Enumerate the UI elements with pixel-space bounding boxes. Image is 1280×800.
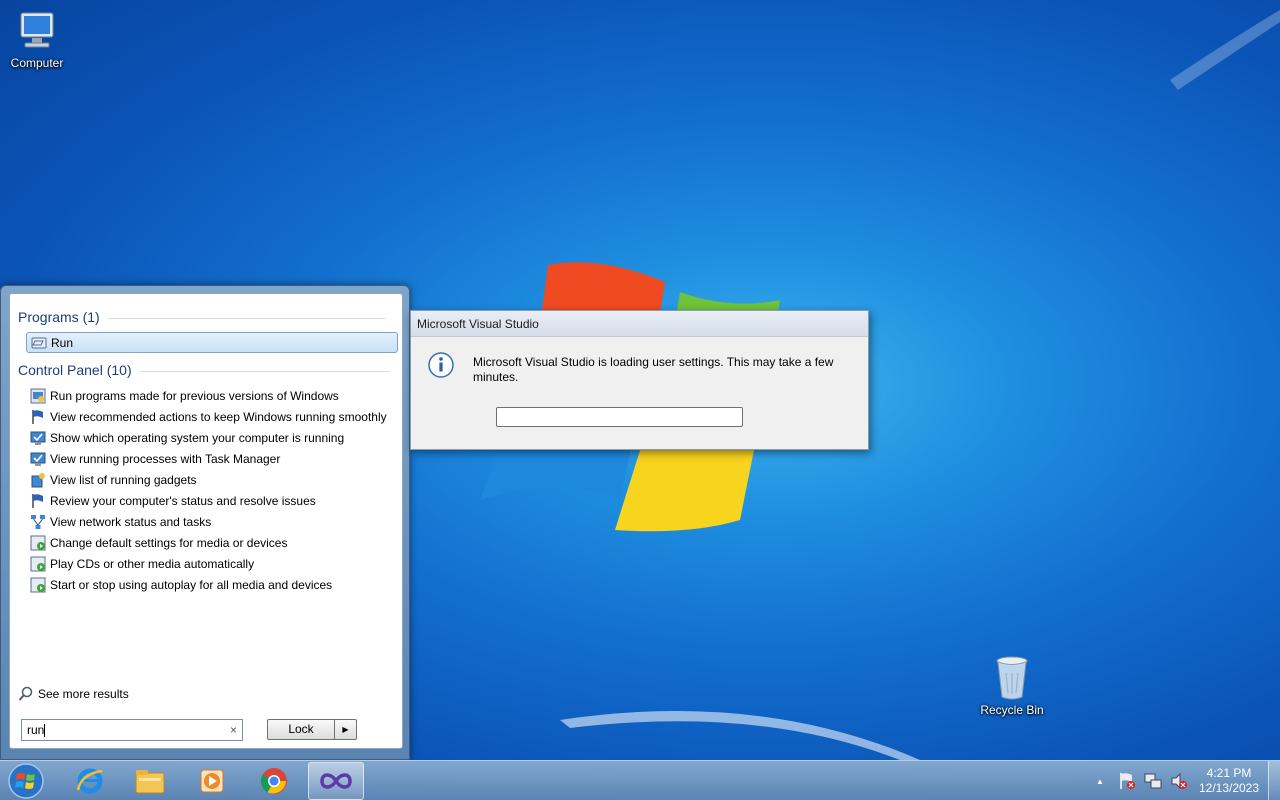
result-item-label: Play CDs or other media automatically: [50, 556, 255, 571]
internet-explorer-icon: [76, 768, 103, 794]
network-icon: [31, 514, 45, 529]
result-item-network-status[interactable]: View network status and tasks: [26, 511, 398, 532]
run-icon: [31, 337, 47, 348]
loading-progress-bar: [496, 407, 743, 427]
volume-muted-icon[interactable]: [1170, 772, 1188, 790]
gadget-icon: [31, 472, 45, 487]
result-item-run[interactable]: Run: [26, 332, 398, 353]
desktop-icon-label: Computer: [10, 56, 64, 70]
result-item-autoplay[interactable]: Start or stop using autoplay for all med…: [26, 574, 398, 595]
taskbar-internet-explorer[interactable]: [62, 762, 118, 800]
result-item-label: Change default settings for media or dev…: [50, 535, 288, 550]
flag-icon: [32, 493, 43, 508]
lock-button[interactable]: Lock: [267, 719, 335, 740]
system-icon: [30, 452, 46, 466]
taskbar-visual-studio[interactable]: [308, 762, 364, 800]
start-menu: Programs (1) Run Control Panel (10) Run …: [0, 285, 410, 760]
computer-icon: [20, 12, 54, 48]
start-button[interactable]: [4, 762, 48, 800]
shutdown-options-arrow-icon[interactable]: ▶: [335, 719, 357, 740]
search-results-pane: Programs (1) Run Control Panel (10) Run …: [9, 293, 403, 749]
result-item-label: Run programs made for previous versions …: [50, 388, 339, 403]
recycle-bin-icon: [996, 656, 1028, 700]
result-item-media-defaults[interactable]: Change default settings for media or dev…: [26, 532, 398, 553]
taskbar-clock[interactable]: 4:21 PM 12/13/2023: [1194, 766, 1264, 796]
visual-studio-icon: [320, 773, 352, 789]
see-more-results-link[interactable]: See more results: [18, 686, 129, 702]
compat-icon: [30, 388, 46, 403]
search-icon: [18, 686, 33, 701]
result-item-label: View recommended actions to keep Windows…: [50, 409, 387, 424]
desktop-icon-recycle-bin[interactable]: Recycle Bin: [972, 655, 1052, 717]
clear-search-icon[interactable]: ×: [230, 723, 237, 737]
folder-icon: [135, 770, 165, 794]
network-tray-icon[interactable]: [1144, 772, 1162, 790]
result-item-label: Run: [51, 335, 74, 350]
result-item-review-status[interactable]: Review your computer's status and resolv…: [26, 490, 398, 511]
flag-icon: [32, 409, 43, 424]
result-item-compatibility[interactable]: Run programs made for previous versions …: [26, 385, 398, 406]
desktop-icon-computer[interactable]: Computer: [0, 10, 77, 70]
clock-time: 4:21 PM: [1206, 766, 1252, 780]
media-player-icon: [200, 769, 224, 793]
start-search-input[interactable]: run ×: [21, 719, 243, 741]
system-tray: ▲: [1096, 761, 1196, 800]
clock-date: 12/13/2023: [1198, 781, 1260, 795]
result-item-label: Start or stop using autoplay for all med…: [50, 577, 333, 592]
autoplay-icon: [30, 577, 46, 592]
result-item-os-info[interactable]: Show which operating system your compute…: [26, 427, 398, 448]
windows-start-orb-icon: [8, 763, 44, 799]
text-caret: [44, 724, 46, 738]
result-item-label: View running processes with Task Manager: [50, 451, 281, 466]
taskbar-chrome[interactable]: [246, 762, 302, 800]
dialog-message: Microsoft Visual Studio is loading user …: [473, 355, 834, 384]
result-item-task-manager[interactable]: View running processes with Task Manager: [26, 448, 398, 469]
chrome-icon: [260, 768, 287, 794]
show-hidden-icons-arrow-icon[interactable]: ▲: [1096, 777, 1104, 786]
taskbar-file-explorer[interactable]: [122, 762, 178, 800]
result-item-label: Show which operating system your compute…: [50, 430, 345, 445]
result-item-play-cds[interactable]: Play CDs or other media automatically: [26, 553, 398, 574]
programs-heading: Programs (1): [18, 309, 385, 325]
see-more-label: See more results: [38, 687, 129, 701]
search-input-value: run: [27, 723, 45, 737]
dialog-title[interactable]: Microsoft Visual Studio: [411, 311, 868, 337]
autoplay-icon: [30, 556, 46, 571]
taskbar: ▲ 4:21 PM 12/13/2023: [0, 760, 1280, 800]
visual-studio-loading-dialog: Microsoft Visual Studio Microsoft Visual…: [410, 310, 869, 450]
result-item-recommended-actions[interactable]: View recommended actions to keep Windows…: [26, 406, 398, 427]
result-item-gadgets[interactable]: View list of running gadgets: [26, 469, 398, 490]
show-desktop-button[interactable]: [1268, 761, 1280, 800]
result-item-label: View list of running gadgets: [50, 472, 197, 487]
info-icon: [428, 352, 454, 378]
taskbar-media-player[interactable]: [184, 762, 240, 800]
autoplay-icon: [30, 535, 46, 550]
action-center-flag-icon[interactable]: [1118, 772, 1136, 790]
result-item-label: Review your computer's status and resolv…: [50, 493, 316, 508]
result-item-label: View network status and tasks: [50, 514, 212, 529]
system-icon: [30, 431, 46, 445]
control-panel-heading: Control Panel (10): [18, 362, 389, 378]
desktop-icon-label: Recycle Bin: [980, 703, 1044, 717]
